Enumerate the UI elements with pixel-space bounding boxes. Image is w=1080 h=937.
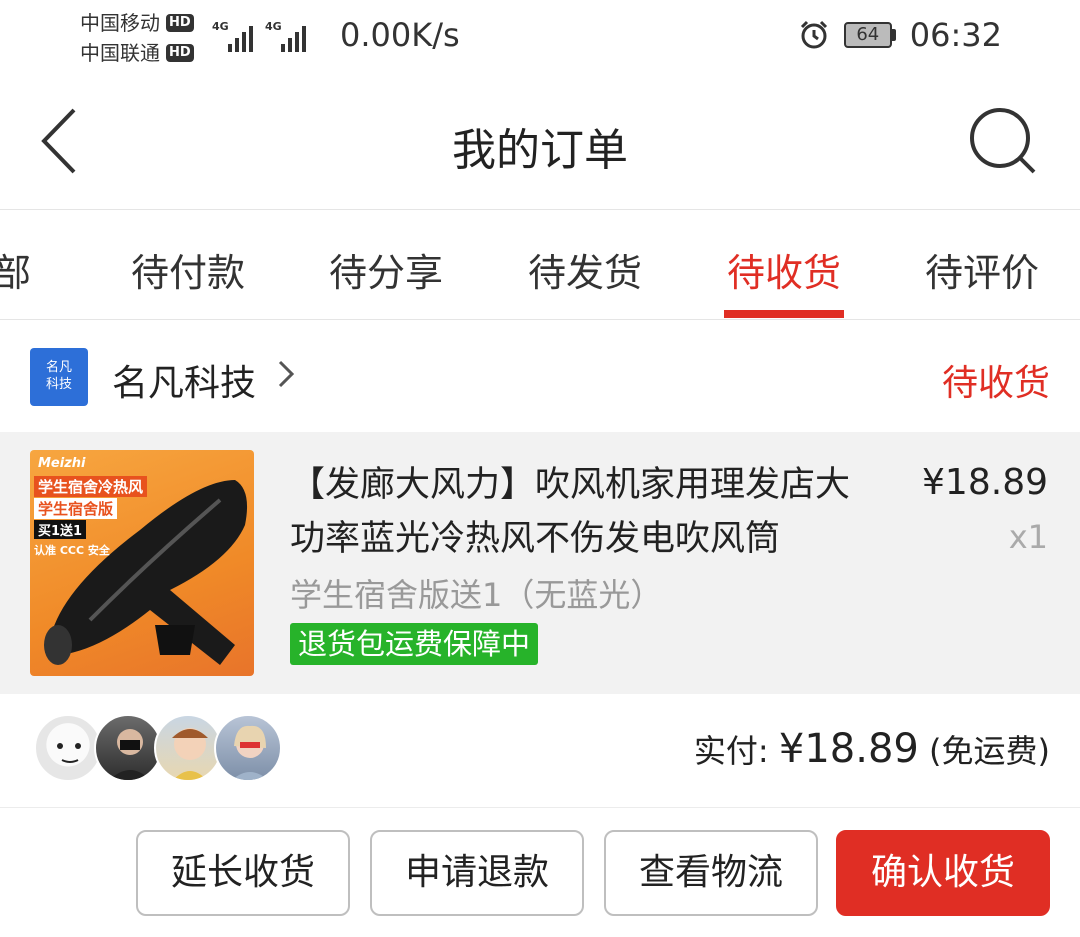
signal-tag: 4G — [265, 20, 282, 33]
signal-icon: 4G — [265, 20, 306, 52]
hd-badge: HD — [166, 44, 194, 62]
tab-pending-receipt[interactable]: 待收货 — [704, 242, 864, 297]
shipping-note: (免运费) — [918, 732, 1050, 770]
thumb-brand: Meizhi — [38, 456, 86, 471]
order-actions: 延长收货 申请退款 查看物流 确认收货 — [0, 808, 1080, 937]
store-row[interactable]: 名凡 科技 名凡科技 待收货 — [0, 322, 1080, 432]
extend-receipt-button[interactable]: 延长收货 — [136, 830, 350, 916]
thumb-text: 认准 CCC 安全 — [34, 544, 110, 557]
header: 我的订单 — [0, 80, 1080, 210]
payment-row: 实付: ¥18.89 (免运费) — [0, 694, 1080, 808]
avatar — [214, 714, 282, 782]
avatar — [34, 714, 102, 782]
payment-label: 实付: — [693, 732, 779, 770]
thumb-text: 学生宿舍版 — [34, 498, 118, 519]
unit-price: ¥18.89 — [922, 462, 1048, 503]
return-shipping-badge: 退货包运费保障中 — [290, 623, 539, 665]
tab-pending-share[interactable]: 待分享 — [306, 242, 466, 297]
clock: 06:32 — [909, 16, 1002, 54]
order-tabs: 部 待付款 待分享 待发货 待收货 待评价 — [0, 210, 1080, 320]
tab-all[interactable]: 部 — [0, 242, 92, 297]
page-title: 我的订单 — [452, 125, 628, 176]
quantity: x1 — [1008, 518, 1048, 556]
search-icon[interactable] — [968, 106, 1040, 178]
confirm-receipt-button[interactable]: 确认收货 — [836, 830, 1050, 916]
thumb-text: 学生宿舍冷热风 — [34, 476, 148, 497]
product-title[interactable]: 【发廊大风力】吹风机家用理发店大功率蓝光冷热风不伤发电吹风筒 — [290, 458, 870, 566]
alarm-icon — [800, 20, 827, 49]
store-name[interactable]: 名凡科技 — [112, 354, 256, 406]
store-logo: 名凡 科技 — [30, 348, 88, 406]
chevron-right-icon[interactable] — [276, 358, 296, 390]
tab-pending-shipment[interactable]: 待发货 — [505, 242, 665, 297]
store-logo-line2: 科技 — [45, 377, 72, 392]
product-spec: 学生宿舍版送1（无蓝光） — [290, 576, 663, 614]
thumb-text: 买1送1 — [34, 520, 87, 539]
avatar — [94, 714, 162, 782]
store-logo-line1: 名凡 — [45, 360, 72, 375]
carrier-info: 中国移动 HD 中国联通 HD — [80, 8, 194, 68]
signal-icon: 4G — [212, 20, 253, 52]
status-bar: 中国移动 HD 中国联通 HD 4G 4G 0.00K/s 64 06:32 — [0, 0, 1080, 80]
carrier-1: 中国移动 — [80, 11, 160, 35]
product-thumbnail[interactable]: Meizhi 学生宿舍冷热风 学生宿舍版 买1送1 认准 CCC 安全 — [30, 450, 254, 676]
tab-pending-review[interactable]: 待评价 — [902, 242, 1062, 297]
tab-pending-payment[interactable]: 待付款 — [108, 242, 268, 297]
hd-badge: HD — [166, 14, 194, 32]
view-logistics-button[interactable]: 查看物流 — [604, 830, 818, 916]
payment-summary: 实付: ¥18.89 (免运费) — [694, 726, 1050, 772]
battery-level: 64 — [843, 22, 892, 48]
payment-amount: ¥18.89 — [778, 726, 919, 772]
active-tab-indicator — [724, 310, 844, 318]
avatar — [154, 714, 222, 782]
carrier-2: 中国联通 — [80, 41, 160, 65]
battery-icon: 64 — [843, 22, 896, 48]
signal-icons: 4G 4G — [212, 20, 306, 52]
signal-tag: 4G — [212, 20, 229, 33]
net-speed: 0.00K/s — [340, 16, 460, 54]
request-refund-button[interactable]: 申请退款 — [370, 830, 584, 916]
product-item[interactable]: Meizhi 学生宿舍冷热风 学生宿舍版 买1送1 认准 CCC 安全 【发廊大… — [0, 432, 1080, 694]
order-status: 待收货 — [941, 363, 1050, 404]
